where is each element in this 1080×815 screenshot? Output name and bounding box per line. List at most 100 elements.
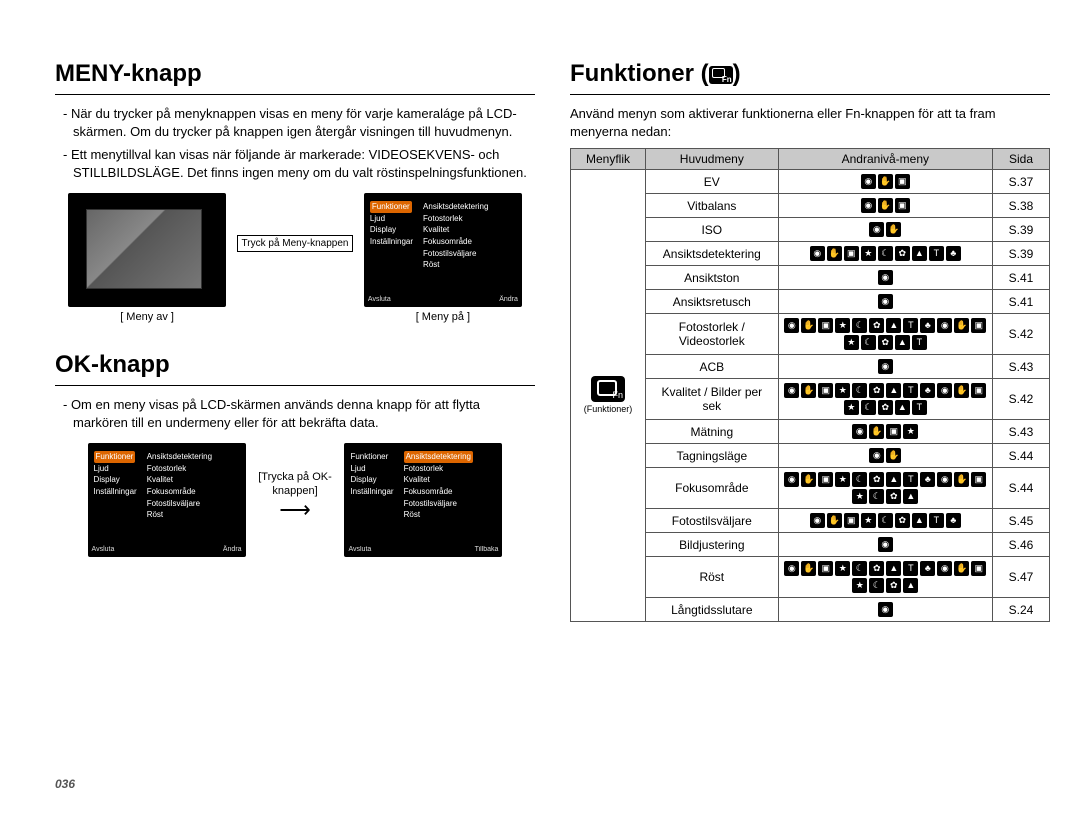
mode-icon: ▣ <box>844 513 859 528</box>
mode-icon: ☾ <box>861 400 876 415</box>
mode-icon: ★ <box>844 335 859 350</box>
huvudmeny-cell: Långtidsslutare <box>646 598 779 622</box>
mode-icon: ☾ <box>852 318 867 333</box>
mode-icon: ◉ <box>878 294 893 309</box>
para-meny-1: - När du trycker på menyknappen visas en… <box>55 105 535 140</box>
left-column: MENY-knapp - När du trycker på menyknapp… <box>55 60 535 557</box>
mode-icon: ▣ <box>818 561 833 576</box>
mode-icon: ✿ <box>886 489 901 504</box>
mode-icon: ✿ <box>895 513 910 528</box>
caption-menu-off: [ Meny av ] <box>68 311 226 323</box>
page-cell: S.39 <box>993 242 1050 266</box>
mode-icon: ▣ <box>971 383 986 398</box>
mode-icon: ◉ <box>861 198 876 213</box>
mode-icon: ✿ <box>869 561 884 576</box>
lcd-ok-after: FunktionerLjudDisplayInställningar Ansik… <box>344 443 502 557</box>
table-row: (Funktioner)EV◉✋▣S.37 <box>571 170 1050 194</box>
mode-icon: ◉ <box>861 174 876 189</box>
mode-icon: ♣ <box>920 472 935 487</box>
mode-icon: ▲ <box>886 472 901 487</box>
mode-icon: ♣ <box>920 318 935 333</box>
mode-icon: ✋ <box>886 448 901 463</box>
andraniva-cell: ◉✋▣★☾✿▲T♣◉✋▣★☾✿▲ <box>778 468 992 509</box>
andraniva-cell: ◉ <box>778 598 992 622</box>
mode-icon: T <box>929 246 944 261</box>
mode-icon: ▣ <box>895 174 910 189</box>
huvudmeny-cell: Vitbalans <box>646 194 779 218</box>
mode-icon: ✋ <box>886 222 901 237</box>
andraniva-cell: ◉ <box>778 290 992 314</box>
mode-icon: T <box>912 400 927 415</box>
mode-icon: ☾ <box>852 383 867 398</box>
andraniva-cell: ◉ <box>778 266 992 290</box>
mode-icon: T <box>903 383 918 398</box>
mode-icon: ☾ <box>869 578 884 593</box>
mode-icon: ☾ <box>869 489 884 504</box>
mode-icon: ✋ <box>878 174 893 189</box>
mode-icon: ✋ <box>869 424 884 439</box>
mode-icon: T <box>903 561 918 576</box>
mode-icon: ◉ <box>784 318 799 333</box>
para-meny-2: - Ett menytillval kan visas när följande… <box>55 146 535 181</box>
mode-icon: ◉ <box>852 424 867 439</box>
huvudmeny-cell: Fokusområde <box>646 468 779 509</box>
mode-icon: ★ <box>852 578 867 593</box>
mode-icon: ✋ <box>827 246 842 261</box>
page-cell: S.44 <box>993 468 1050 509</box>
mode-icon: ▣ <box>886 424 901 439</box>
mode-icon: ◉ <box>878 270 893 285</box>
mode-icon: ▲ <box>895 335 910 350</box>
mode-icon: ▣ <box>895 198 910 213</box>
huvudmeny-cell: Tagningsläge <box>646 444 779 468</box>
huvudmeny-cell: EV <box>646 170 779 194</box>
mode-icon: ◉ <box>937 383 952 398</box>
mode-icon: ★ <box>844 400 859 415</box>
andraniva-cell: ◉✋▣★☾✿▲T♣ <box>778 509 992 533</box>
th-andraniva: Andranivå-meny <box>778 149 992 170</box>
heading-funktioner: Funktioner () <box>570 60 1050 88</box>
divider <box>55 385 535 386</box>
mode-icon: ◉ <box>869 448 884 463</box>
mode-icon: ◉ <box>784 561 799 576</box>
menyflik-label: (Funktioner) <box>576 404 640 415</box>
page-cell: S.42 <box>993 379 1050 420</box>
mode-icon: ▲ <box>886 561 901 576</box>
mode-icon: ▲ <box>903 578 918 593</box>
right-column: Funktioner () Använd menyn som aktiverar… <box>570 60 1050 622</box>
th-sida: Sida <box>993 149 1050 170</box>
huvudmeny-cell: Bildjustering <box>646 533 779 557</box>
mode-icon: ✋ <box>954 561 969 576</box>
page-cell: S.39 <box>993 218 1050 242</box>
mode-icon: ▲ <box>886 318 901 333</box>
andraniva-cell: ◉✋ <box>778 218 992 242</box>
mode-icon: ☾ <box>852 472 867 487</box>
figure-row-ok: FunktionerLjudDisplayInställningar Ansik… <box>55 443 535 557</box>
huvudmeny-cell: Röst <box>646 557 779 598</box>
mode-icon: ☾ <box>861 335 876 350</box>
mode-icon: ✿ <box>869 383 884 398</box>
heading-meny-knapp: MENY-knapp <box>55 60 535 88</box>
mode-icon: T <box>929 513 944 528</box>
huvudmeny-cell: Fotostilsväljare <box>646 509 779 533</box>
lcd-menu-on: FunktionerLjudDisplayInställningar Ansik… <box>364 193 522 307</box>
mode-icon: ▣ <box>971 561 986 576</box>
mode-icon: ✋ <box>801 561 816 576</box>
page-cell: S.41 <box>993 290 1050 314</box>
page-cell: S.37 <box>993 170 1050 194</box>
mode-icon: ★ <box>903 424 918 439</box>
huvudmeny-cell: Mätning <box>646 420 779 444</box>
andraniva-cell: ◉✋▣ <box>778 170 992 194</box>
mode-icon: ✋ <box>801 472 816 487</box>
mode-icon: ✋ <box>801 383 816 398</box>
lcd-change: Ändra <box>499 296 518 303</box>
mode-icon: ◉ <box>869 222 884 237</box>
fn-icon <box>591 376 625 402</box>
andraniva-cell: ◉✋▣★☾✿▲T♣◉✋▣★☾✿▲T <box>778 379 992 420</box>
page-cell: S.44 <box>993 444 1050 468</box>
mode-icon: ▣ <box>818 318 833 333</box>
right-arrow-icon: ⟶ <box>250 499 340 521</box>
page-cell: S.42 <box>993 314 1050 355</box>
huvudmeny-cell: Kvalitet / Bilder per sek <box>646 379 779 420</box>
lcd-ok-before: FunktionerLjudDisplayInställningar Ansik… <box>88 443 246 557</box>
heading-ok-knapp: OK-knapp <box>55 351 535 379</box>
